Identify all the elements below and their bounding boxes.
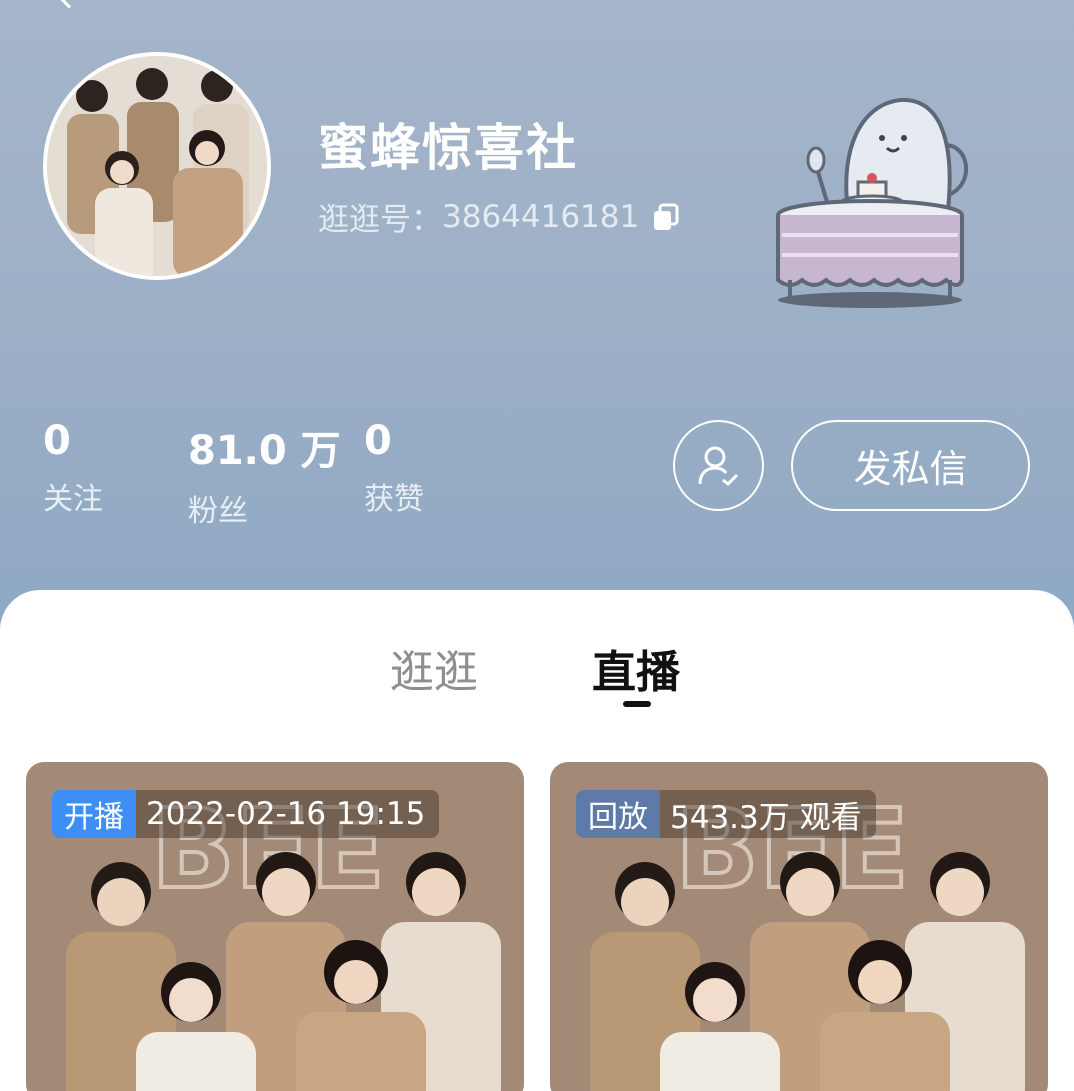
profile-header: 蜜蜂惊喜社 逛逛号： 3864416181 0 关注 81.0 万 粉丝 0 获… [0,0,1074,640]
replay-card-badge: 回放 543.3万 观看 [576,790,876,838]
stat-following-label: 关注 [43,482,103,517]
stat-likes[interactable]: 0 获赞 [364,418,424,518]
live-card[interactable]: BEE 开播 2022-02-16 19:15 [26,762,524,1091]
tab-guangguang[interactable]: 逛逛 [390,636,478,700]
back-arrow-icon[interactable] [53,0,85,9]
profile-id-label: 逛逛号： [318,202,442,238]
copy-icon[interactable] [651,202,681,232]
live-start-time: 2022-02-16 19:15 [136,790,440,838]
follow-button[interactable] [673,420,764,511]
profile-id-value: 3864416181 [442,198,640,235]
live-start-tag: 开播 [52,790,136,838]
stat-fans-value: 81.0 万 [188,428,341,474]
stat-likes-value: 0 [364,418,392,464]
user-check-icon [698,446,738,486]
stat-fans[interactable]: 81.0 万 粉丝 [188,418,341,530]
stat-fans-label: 粉丝 [188,494,248,529]
tab-live[interactable]: 直播 [592,636,680,700]
send-message-button[interactable]: 发私信 [791,420,1030,511]
avatar-photo-illustration [47,56,267,276]
stat-likes-label: 获赞 [364,482,424,517]
replay-view-count: 543.3万 观看 [660,790,876,838]
ghost-mascot-illustration [770,90,980,320]
profile-name: 蜜蜂惊喜社 [318,119,578,177]
replay-card[interactable]: BEE 回放 543.3万 观看 [550,762,1048,1091]
active-tab-indicator [623,701,651,707]
profile-id-row: 逛逛号： 3864416181 [318,194,681,239]
stat-following[interactable]: 0 关注 [43,418,103,518]
replay-tag: 回放 [576,790,660,838]
avatar[interactable] [43,52,271,280]
live-card-badge: 开播 2022-02-16 19:15 [52,790,440,838]
stat-following-value: 0 [43,418,71,464]
